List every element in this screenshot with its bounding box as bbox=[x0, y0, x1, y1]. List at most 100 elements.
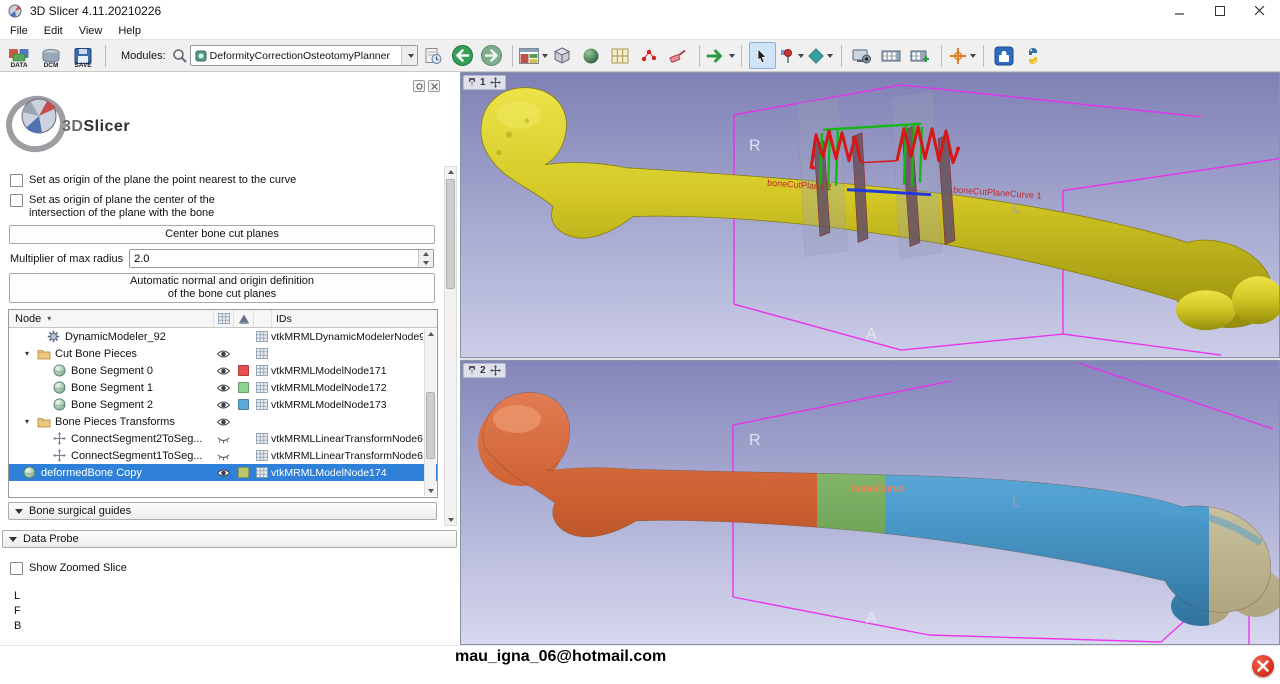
cursor-icon bbox=[755, 48, 769, 64]
menu-view[interactable]: View bbox=[71, 23, 111, 39]
panel-hide-button[interactable] bbox=[428, 80, 440, 92]
place-point-button[interactable] bbox=[778, 42, 805, 69]
view2-controller-bar[interactable]: 2 bbox=[463, 363, 506, 378]
visibility-closed-icon[interactable] bbox=[213, 434, 233, 444]
view1-controller-bar[interactable]: 1 bbox=[463, 75, 506, 90]
panel-scrollbar[interactable] bbox=[444, 166, 457, 526]
center-bone-cut-planes-button[interactable]: Center bone cut planes bbox=[9, 225, 435, 244]
module-search-icon[interactable] bbox=[172, 48, 188, 64]
collapse-arrow-icon bbox=[15, 509, 23, 514]
show-zoomed-slice-checkbox[interactable] bbox=[10, 562, 23, 575]
volume-sphere-button[interactable] bbox=[578, 42, 605, 69]
visibility-open-icon[interactable] bbox=[213, 366, 233, 376]
menu-edit[interactable]: Edit bbox=[36, 23, 71, 39]
collapse-arrow-icon bbox=[9, 537, 17, 542]
tree-row[interactable]: Bone Segment 1vtkMRMLModelNode172 bbox=[9, 379, 437, 396]
tree-header: Node ▾ IDs bbox=[9, 310, 437, 328]
tree-scrollbar[interactable] bbox=[424, 329, 436, 496]
spin-up-button[interactable] bbox=[419, 250, 433, 259]
view-maximize-icon[interactable] bbox=[490, 365, 501, 376]
expand-arrow-icon[interactable]: ▾ bbox=[25, 417, 37, 426]
tree-row[interactable]: Bone Segment 2vtkMRMLModelNode173 bbox=[9, 396, 437, 413]
scene-views-button[interactable] bbox=[878, 42, 905, 69]
tree-header-ids[interactable]: IDs bbox=[271, 310, 423, 327]
visibility-open-icon[interactable] bbox=[213, 400, 233, 410]
python-console-button[interactable] bbox=[1020, 42, 1047, 69]
visibility-open-icon[interactable] bbox=[213, 468, 233, 478]
save-scene-button[interactable]: SAVE bbox=[68, 42, 98, 69]
bone-surgical-guides-section[interactable]: Bone surgical guides bbox=[8, 502, 437, 520]
visibility-open-icon[interactable] bbox=[213, 349, 233, 359]
data-probe-section[interactable]: Data Probe bbox=[2, 530, 457, 548]
panel-undock-button[interactable] bbox=[413, 80, 425, 92]
pin-icon[interactable] bbox=[468, 77, 476, 88]
layout-selector-button[interactable] bbox=[520, 42, 547, 69]
transform-icon bbox=[53, 432, 69, 445]
close-button[interactable] bbox=[1240, 0, 1280, 22]
threed-view-1[interactable]: 1 bbox=[460, 72, 1280, 358]
color-swatch[interactable] bbox=[233, 365, 253, 376]
clean-scene-button[interactable] bbox=[665, 42, 692, 69]
module-forward-button[interactable] bbox=[478, 42, 505, 69]
panel-scrollbar-thumb[interactable] bbox=[446, 179, 455, 289]
header-grid-icon[interactable] bbox=[213, 310, 233, 327]
expand-arrow-icon[interactable]: ▾ bbox=[25, 349, 37, 358]
origin-center-checkbox[interactable] bbox=[10, 194, 23, 207]
color-swatch[interactable] bbox=[233, 382, 253, 393]
screenshot-button[interactable] bbox=[849, 42, 876, 69]
dropdown-arrow-icon[interactable] bbox=[970, 54, 976, 58]
volumes-button[interactable] bbox=[607, 42, 634, 69]
view-cube-button[interactable] bbox=[549, 42, 576, 69]
color-swatch[interactable] bbox=[233, 467, 253, 478]
filmplus-icon bbox=[910, 48, 930, 64]
visibility-open-icon[interactable] bbox=[213, 383, 233, 393]
header-cone-icon[interactable] bbox=[233, 310, 253, 327]
module-history-button[interactable] bbox=[420, 42, 447, 69]
tree-row[interactable]: deformedBone CopyvtkMRMLModelNode174 bbox=[9, 464, 437, 481]
extensions-manager-button[interactable] bbox=[991, 42, 1018, 69]
view-maximize-icon[interactable] bbox=[490, 77, 501, 88]
dropdown-arrow-icon[interactable] bbox=[798, 54, 804, 58]
diamond-icon bbox=[808, 48, 824, 64]
minimize-button[interactable] bbox=[1160, 0, 1200, 22]
menu-file[interactable]: File bbox=[2, 23, 36, 39]
apply-transform-button[interactable] bbox=[707, 42, 734, 69]
tree-scrollbar-thumb[interactable] bbox=[426, 392, 435, 459]
combo-dropdown-arrow[interactable] bbox=[401, 46, 417, 65]
tree-row[interactable]: DynamicModeler_92vtkMRMLDynamicModelerNo… bbox=[9, 328, 437, 345]
visibility-open-icon[interactable] bbox=[213, 417, 233, 427]
pin-icon[interactable] bbox=[468, 365, 476, 376]
dropdown-arrow-icon[interactable] bbox=[729, 54, 735, 58]
tree-row[interactable]: ▾Cut Bone Pieces bbox=[9, 345, 437, 362]
dropdown-arrow-icon[interactable] bbox=[827, 54, 833, 58]
place-shape-button[interactable] bbox=[807, 42, 834, 69]
tree-row[interactable]: ▾Bone Pieces Transforms bbox=[9, 413, 437, 430]
dicom-button[interactable]: DCM bbox=[36, 42, 66, 69]
forward-icon bbox=[480, 44, 503, 67]
menu-bar: FileEditViewHelp bbox=[0, 22, 1280, 40]
markups-button[interactable] bbox=[636, 42, 663, 69]
auto-normal-origin-button[interactable]: Automatic normal and origin definition o… bbox=[9, 273, 435, 303]
tree-row[interactable]: ConnectSegment2ToSeg...vtkMRMLLinearTran… bbox=[9, 430, 437, 447]
tree-row[interactable]: ConnectSegment1ToSeg...vtkMRMLLinearTran… bbox=[9, 447, 437, 464]
module-selector-combo[interactable]: DeformityCorrectionOsteotomyPlanner bbox=[190, 45, 418, 66]
visibility-closed-icon[interactable] bbox=[213, 451, 233, 461]
sort-arrow-icon[interactable]: ▾ bbox=[47, 314, 51, 323]
multiplier-input[interactable] bbox=[130, 253, 418, 265]
recorder-close-button[interactable] bbox=[1252, 655, 1274, 677]
dropdown-arrow-icon[interactable] bbox=[542, 54, 548, 58]
module-back-button[interactable] bbox=[449, 42, 476, 69]
tree-header-node[interactable]: Node bbox=[9, 313, 41, 325]
load-data-button[interactable]: DATA bbox=[4, 42, 34, 69]
scene-view-add-button[interactable] bbox=[907, 42, 934, 69]
mouse-interaction-button[interactable] bbox=[749, 42, 776, 69]
tree-row-label: deformedBone Copy bbox=[39, 467, 213, 479]
spin-down-button[interactable] bbox=[419, 259, 433, 268]
threed-view-2[interactable]: 2 bbox=[460, 360, 1280, 645]
origin-nearest-checkbox[interactable] bbox=[10, 174, 23, 187]
crosshair-button[interactable] bbox=[949, 42, 976, 69]
tree-row[interactable]: Bone Segment 0vtkMRMLModelNode171 bbox=[9, 362, 437, 379]
menu-help[interactable]: Help bbox=[110, 23, 149, 39]
maximize-button[interactable] bbox=[1200, 0, 1240, 22]
color-swatch[interactable] bbox=[233, 399, 253, 410]
